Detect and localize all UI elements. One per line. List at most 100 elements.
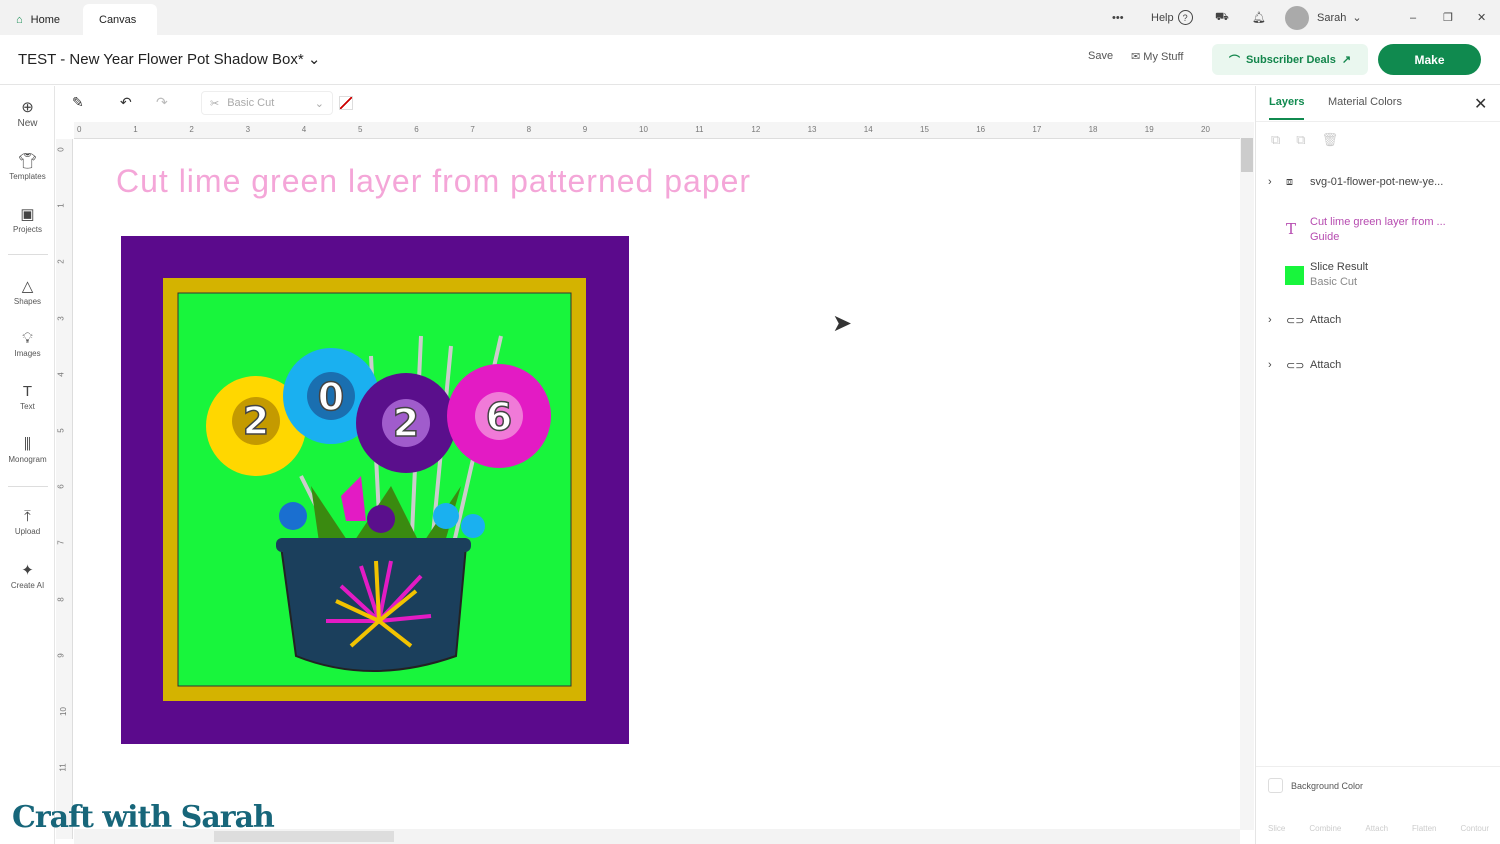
digit-3: 2 bbox=[393, 401, 419, 445]
tab-material-colors[interactable]: Material Colors bbox=[1328, 96, 1402, 108]
slice-button[interactable]: Slice bbox=[1268, 806, 1285, 833]
close-window-button[interactable]: ✕ bbox=[1477, 0, 1486, 35]
combine-button[interactable]: Combine bbox=[1309, 806, 1341, 833]
ruler-tick-label: 11 bbox=[695, 125, 704, 134]
sidebar-item-create-ai[interactable]: ✦ Create AI bbox=[0, 561, 55, 590]
ruler-tick-label: 9 bbox=[56, 653, 66, 658]
monogram-icon: ⫼ bbox=[24, 436, 31, 453]
ruler-tick-label: 20 bbox=[1201, 125, 1210, 134]
my-stuff-button[interactable]: ✉ My Stuff bbox=[1131, 50, 1183, 63]
digit-4: 6 bbox=[486, 395, 512, 439]
guide-text[interactable]: Cut lime green layer from patterned pape… bbox=[116, 163, 751, 200]
ruler-tick-label: 16 bbox=[976, 125, 986, 134]
ruler-tick-label: 2 bbox=[189, 125, 194, 134]
ruler-tick-label: 1 bbox=[133, 125, 138, 134]
project-title[interactable]: TEST - New Year Flower Pot Shadow Box* ⌄ bbox=[18, 50, 320, 68]
sparkle-icon: ✦ bbox=[21, 562, 34, 579]
left-sidebar: ⊕ New 👕︎ Templates ▣ Projects △ Shapes 💡︎ Ima… bbox=[0, 86, 55, 844]
color-swatch bbox=[1285, 266, 1304, 285]
ruler-tick-label: 13 bbox=[807, 125, 817, 134]
ruler-tick-label: 5 bbox=[358, 125, 363, 134]
divider bbox=[8, 486, 48, 487]
ruler-tick-label: 4 bbox=[56, 372, 66, 377]
upload-icon: ⤒ bbox=[24, 508, 31, 525]
vertical-scrollbar[interactable] bbox=[1240, 122, 1254, 830]
ruler-tick-label: 0 bbox=[56, 147, 66, 152]
ruler-tick-label: 3 bbox=[245, 125, 251, 134]
attach-button[interactable]: Attach bbox=[1365, 806, 1388, 833]
layer-action-icons: ⧉⧉🗑︎ bbox=[1271, 132, 1355, 147]
ruler-tick-label: 4 bbox=[301, 125, 307, 134]
ruler-tick-label: 9 bbox=[582, 125, 588, 134]
checkbox bbox=[1268, 778, 1283, 793]
text-icon: T bbox=[22, 383, 33, 400]
sidebar-item-monogram[interactable]: ⫼ Monogram bbox=[0, 436, 55, 464]
ruler-tick-label: 10 bbox=[58, 707, 68, 716]
project-header: TEST - New Year Flower Pot Shadow Box* ⌄… bbox=[0, 35, 1500, 85]
shadow-box-artwork[interactable]: 2 0 2 6 bbox=[121, 236, 629, 744]
ruler-tick-label: 3 bbox=[56, 315, 66, 321]
bulb-icon: 💡︎ bbox=[22, 330, 33, 347]
projects-icon: ▣ bbox=[20, 206, 35, 223]
sidebar-item-upload[interactable]: ⤒ Upload bbox=[0, 508, 55, 536]
sidebar-item-text[interactable]: T Text bbox=[0, 383, 55, 411]
redo-icon[interactable]: ↷ bbox=[156, 94, 168, 111]
sidebar-item-shapes[interactable]: △ Shapes bbox=[0, 277, 55, 306]
layers-panel: Layers Material Colors ✕ ⧉⧉🗑︎ › ⧈ svg-01-f… bbox=[1255, 86, 1500, 844]
ruler-tick-label: 12 bbox=[751, 125, 761, 134]
paperclip-icon: ⊂⊃ bbox=[1286, 315, 1305, 327]
tab-home[interactable]: ⌂ Home bbox=[0, 4, 76, 35]
chevron-right-icon: › bbox=[1268, 176, 1272, 188]
close-panel-icon[interactable]: ✕ bbox=[1474, 94, 1487, 114]
flatten-button[interactable]: Flatten bbox=[1412, 806, 1436, 833]
watermark-logo: Craft with Sarah bbox=[12, 800, 275, 835]
contour-button[interactable]: Contour bbox=[1461, 806, 1489, 833]
paperclip-icon: ⊂⊃ bbox=[1286, 360, 1305, 372]
title-bar: ⌂ Home Canvas ••• Help? ⛟ 🔔︎ Sarah ⌄ – ❐ ✕ bbox=[0, 0, 1500, 35]
undo-icon[interactable]: ↶ bbox=[120, 94, 132, 111]
help-icon: ? bbox=[1177, 10, 1193, 25]
operation-select[interactable]: ✂ Basic Cut ⌄ bbox=[201, 91, 333, 115]
mouse-cursor: ➤ bbox=[832, 310, 853, 337]
text-icon: T bbox=[1286, 220, 1297, 238]
color-swatch-none[interactable] bbox=[339, 96, 353, 110]
vertical-ruler: 0 1 2 3 4 5 6 7 8 9 10 11 bbox=[56, 139, 73, 839]
divider bbox=[8, 254, 48, 255]
user-menu[interactable]: Sarah ⌄ bbox=[1285, 0, 1362, 35]
design-canvas[interactable]: Cut lime green layer from patterned pape… bbox=[74, 139, 1240, 829]
restore-button[interactable]: ❐ bbox=[1443, 0, 1453, 35]
digit-1: 2 bbox=[243, 399, 269, 443]
bell-icon[interactable]: 🔔︎ bbox=[1252, 0, 1266, 35]
pencil-icon[interactable]: ✎ bbox=[72, 94, 84, 111]
horizontal-ruler: 0 1 2 3 4 5 6 7 8 9 10 11 12 13 14 15 16 17 18 19 20 bbox=[74, 122, 1240, 139]
minimize-button[interactable]: – bbox=[1410, 0, 1416, 35]
shirt-icon: 👕︎ bbox=[17, 153, 38, 170]
ruler-tick-label: 6 bbox=[414, 125, 419, 134]
save-button[interactable]: Save bbox=[1088, 50, 1113, 62]
chevron-right-icon: › bbox=[1268, 314, 1272, 326]
help-button[interactable]: Help? bbox=[1151, 0, 1193, 35]
divider bbox=[1256, 766, 1500, 767]
more-icon[interactable]: ••• bbox=[1112, 0, 1124, 35]
make-button[interactable]: Make bbox=[1378, 44, 1481, 75]
external-link-icon: ↗ bbox=[1341, 54, 1352, 66]
tab-layers[interactable]: Layers bbox=[1269, 96, 1305, 120]
chevron-down-icon: ⌄ bbox=[307, 51, 321, 68]
divider bbox=[1256, 121, 1500, 122]
chevron-right-icon: › bbox=[1268, 359, 1272, 371]
sidebar-item-new[interactable]: ⊕ New bbox=[0, 98, 55, 129]
machine-icon[interactable]: ⛟ bbox=[1215, 0, 1229, 35]
subscriber-deals-button[interactable]: ⌒ Subscriber Deals ↗ bbox=[1212, 44, 1368, 75]
sidebar-item-projects[interactable]: ▣ Projects bbox=[0, 205, 55, 234]
group-icon: ⧈ bbox=[1286, 176, 1293, 188]
ruler-tick-label: 1 bbox=[56, 203, 66, 208]
ruler-tick-label: 8 bbox=[56, 596, 66, 602]
scissors-icon: ✂ bbox=[210, 97, 220, 110]
background-color-toggle[interactable]: Background Color bbox=[1268, 778, 1363, 793]
home-icon: ⌂ bbox=[16, 13, 23, 26]
tab-canvas[interactable]: Canvas bbox=[83, 4, 157, 35]
sidebar-item-templates[interactable]: 👕︎ Templates bbox=[0, 152, 55, 181]
ruler-tick-label: 7 bbox=[56, 540, 66, 546]
sidebar-item-images[interactable]: 💡︎ Images bbox=[0, 330, 55, 358]
edit-toolbar: ✎ ↶ ↷ ✂ Basic Cut ⌄ bbox=[56, 86, 1254, 122]
